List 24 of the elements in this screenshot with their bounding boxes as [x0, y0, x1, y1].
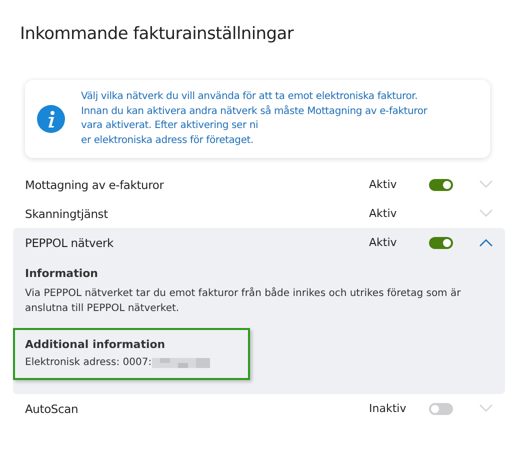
section-heading: Information	[25, 267, 99, 280]
service-row[interactable]: PEPPOL nätverk Aktiv	[13, 228, 505, 257]
toggle-switch[interactable]	[429, 402, 453, 414]
info-icon	[37, 105, 65, 133]
redaction-mark	[152, 358, 210, 368]
address-text: Elektronisk adress: 0007:	[25, 357, 152, 368]
info-paragraph: Via PEPPOL nätverket tar du emot fakturor från både inrikes och utrikes företag som är anslutna till PEPPOL nätverket.	[25, 286, 462, 316]
service-name: PEPPOL nätverk	[25, 236, 114, 250]
service-name: Skanningtjänst	[25, 206, 109, 220]
service-row[interactable]: Mottagning av e-fakturor Aktiv	[13, 170, 505, 199]
toggle-switch[interactable]	[429, 236, 453, 248]
service-status: Aktiv	[369, 236, 398, 249]
info-message: Välj vilka nätverk du vill använda för att ta emot elektroniska fakturor. Innan du kan aktivera andra nätverk så måste Mottagning av e-fakturor vara aktiverat. Efter aktivering ser ni er elektroniska adress för företaget.	[81, 90, 428, 148]
section-heading: Additional information	[25, 338, 166, 351]
service-status: Inaktiv	[369, 402, 408, 415]
service-status: Aktiv	[369, 178, 398, 191]
chevron-icon[interactable]	[479, 238, 493, 247]
toggle-switch[interactable]	[429, 178, 453, 190]
service-row[interactable]: Skanningtjänst Aktiv	[13, 199, 505, 228]
page-title: Inkommande fakturainställningar	[20, 24, 295, 44]
service-status: Aktiv	[369, 207, 398, 220]
service-row[interactable]: AutoScan Inaktiv	[13, 394, 505, 423]
service-name: AutoScan	[25, 402, 80, 416]
service-name: Mottagning av e-fakturor	[25, 178, 165, 192]
